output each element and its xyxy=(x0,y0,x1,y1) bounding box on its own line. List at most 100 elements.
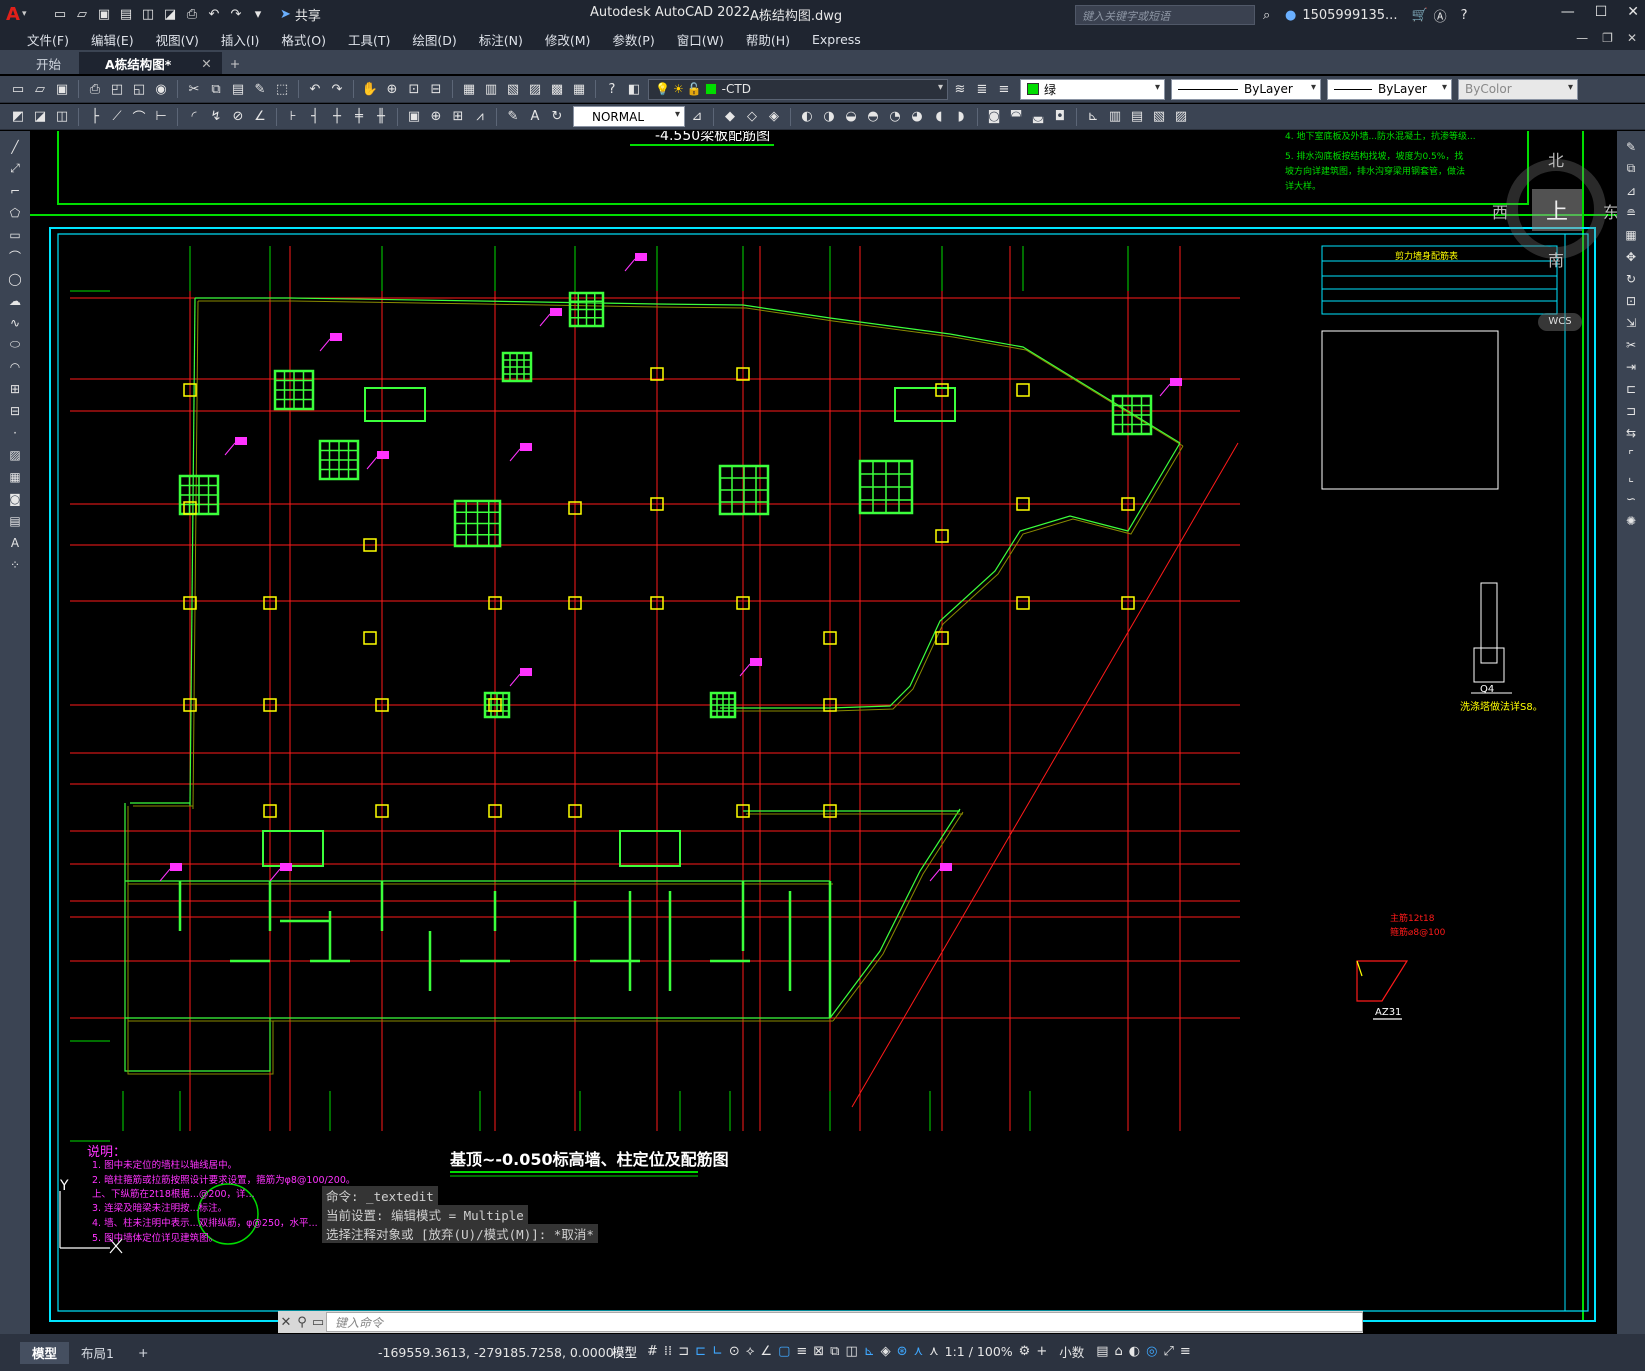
ortho-icon[interactable]: ∟ xyxy=(712,1344,723,1359)
dim-continue-icon[interactable]: ┼ xyxy=(327,107,347,127)
menu-file[interactable]: 文件(F) xyxy=(16,30,80,49)
sheet-set-icon[interactable]: ▨ xyxy=(525,79,545,99)
plot-icon[interactable]: ⎙ xyxy=(85,79,105,99)
move-icon[interactable]: ✥ xyxy=(1620,247,1642,266)
polar-icon[interactable]: ⊙ xyxy=(729,1344,740,1359)
ellipse-arc-icon[interactable]: ◠ xyxy=(4,357,26,376)
menu-edit[interactable]: 编辑(E) xyxy=(80,30,145,49)
help-icon[interactable]: ? xyxy=(602,79,622,99)
stretch-icon[interactable]: ⇲ xyxy=(1620,313,1642,332)
copy-icon[interactable]: ⧉ xyxy=(206,79,226,99)
new-tab-button[interactable]: + xyxy=(221,52,249,74)
object-snap-tracking-icon[interactable]: ∠ xyxy=(760,1344,772,1359)
user-account[interactable]: ⌕ ● 1505999135... 🛒 Ⓐ ? xyxy=(1263,6,1468,25)
dim-style-icon[interactable]: ⊿ xyxy=(687,107,707,127)
materials-icon[interactable]: ◚ xyxy=(1006,107,1026,127)
zoom-realtime-icon[interactable]: ⊕ xyxy=(382,79,402,99)
dim-arc-icon[interactable]: ⌒ xyxy=(129,107,149,127)
menu-express[interactable]: Express xyxy=(801,32,872,47)
menu-modify[interactable]: 修改(M) xyxy=(534,30,602,49)
autocad-logo-icon[interactable]: A ▾ xyxy=(6,3,32,25)
doc-restore-icon[interactable]: ❐ xyxy=(1602,31,1613,45)
dim-baseline-icon[interactable]: ┤ xyxy=(305,107,325,127)
compass-east[interactable]: 东 xyxy=(1603,199,1617,223)
help-icon[interactable]: ? xyxy=(1461,8,1468,23)
cart-icon[interactable]: 🛒 xyxy=(1411,8,1427,23)
revision-cloud-icon[interactable]: ☁ xyxy=(4,291,26,310)
menu-dimension[interactable]: 标注(N) xyxy=(468,30,534,49)
new-icon[interactable]: ▭ xyxy=(8,79,28,99)
copy-object-icon[interactable]: ⧉ xyxy=(1620,159,1642,178)
selection-cycling-icon[interactable]: ⧉ xyxy=(830,1344,839,1359)
block-editor-icon[interactable]: ⬚ xyxy=(272,79,292,99)
dim-jogged-icon[interactable]: ↯ xyxy=(206,107,226,127)
gradient-icon[interactable]: ▦ xyxy=(4,467,26,486)
trim-icon[interactable]: ✂ xyxy=(1620,335,1642,354)
chamfer-icon[interactable]: ⌜ xyxy=(1620,445,1642,464)
object-snap-icon[interactable]: ▢ xyxy=(778,1344,790,1359)
dynamic-ucs-icon[interactable]: ⊾ xyxy=(864,1344,875,1359)
circle-icon[interactable]: ◯ xyxy=(4,269,26,288)
tab-start[interactable]: 开始 xyxy=(10,52,80,74)
compass-west[interactable]: 西 xyxy=(1492,199,1508,223)
fillet-icon[interactable]: ⌞ xyxy=(1620,467,1642,486)
match-properties-icon[interactable]: ✎ xyxy=(250,79,270,99)
selection-filter-icon[interactable]: ◈ xyxy=(881,1344,891,1359)
solid-box-icon[interactable]: ◆ xyxy=(720,107,740,127)
view-iso-icon[interactable]: ▨ xyxy=(1171,107,1191,127)
menu-window[interactable]: 窗口(W) xyxy=(666,30,735,49)
search-input[interactable]: 键入关键字或短语 xyxy=(1075,5,1255,25)
isodraft-icon[interactable]: ⟡ xyxy=(746,1344,755,1359)
extend-icon[interactable]: ⇥ xyxy=(1620,357,1642,376)
tab-close-icon[interactable]: ✕ xyxy=(201,56,211,71)
plot-preview-icon[interactable]: ◰ xyxy=(107,79,127,99)
tolerance-icon[interactable]: ▣ xyxy=(404,107,424,127)
dim-angular-icon[interactable]: ∠ xyxy=(250,107,270,127)
open-icon[interactable]: ▱ xyxy=(30,79,50,99)
coordinate-readout[interactable]: -169559.3613, -279185.7258, 0.0000 xyxy=(378,1345,614,1360)
add-selected-icon[interactable]: ⁘ xyxy=(4,555,26,574)
dim-edit-icon[interactable]: ✎ xyxy=(503,107,523,127)
break-icon[interactable]: ⊐ xyxy=(1620,401,1642,420)
lock-ui-icon[interactable]: ⌂ xyxy=(1115,1344,1123,1359)
break-at-point-icon[interactable]: ⊏ xyxy=(1620,379,1642,398)
view-front-icon[interactable]: ▥ xyxy=(1105,107,1125,127)
view-top-icon[interactable]: ▤ xyxy=(1127,107,1147,127)
viewcube[interactable]: 上 北 南 西 东 WCS xyxy=(1492,151,1617,331)
offset-icon[interactable]: ≘ xyxy=(1620,203,1642,222)
undo-icon[interactable]: ↶ xyxy=(204,4,224,24)
revolve-icon[interactable]: ◔ xyxy=(885,107,905,127)
snap-icon[interactable]: ⁞⁞ xyxy=(664,1344,672,1359)
make-block-icon[interactable]: ⊟ xyxy=(4,401,26,420)
3d-print-icon[interactable]: ◉ xyxy=(151,79,171,99)
render-icon[interactable]: ◙ xyxy=(984,107,1004,127)
plotstyle-dropdown[interactable]: ByColor ▾ xyxy=(1458,78,1578,100)
open-web-icon[interactable]: ◫ xyxy=(138,4,158,24)
compass-south[interactable]: 南 xyxy=(1548,247,1564,271)
3d-osnap-icon[interactable]: ◫ xyxy=(845,1344,857,1359)
doc-close-icon[interactable]: ✕ xyxy=(1627,31,1637,45)
insert-block-icon[interactable]: ⊞ xyxy=(4,379,26,398)
spline-icon[interactable]: ∿ xyxy=(4,313,26,332)
mirror-icon[interactable]: ⊿ xyxy=(1620,181,1642,200)
layer-properties-icon[interactable]: ◧ xyxy=(624,79,644,99)
table-icon[interactable]: ▤ xyxy=(4,511,26,530)
sweep-icon[interactable]: ◕ xyxy=(907,107,927,127)
multiline-text-icon[interactable]: A xyxy=(4,533,26,552)
redo-icon[interactable]: ↷ xyxy=(327,79,347,99)
ucs-icon[interactable]: ⊾ xyxy=(1083,107,1103,127)
dim-ordinate-icon[interactable]: ⊢ xyxy=(151,107,171,127)
quick-dim-icon[interactable]: ⊦ xyxy=(283,107,303,127)
inspect-icon[interactable]: ⊞ xyxy=(448,107,468,127)
search-icon[interactable]: ⌕ xyxy=(1263,8,1270,23)
properties-icon[interactable]: ▦ xyxy=(459,79,479,99)
close-icon[interactable]: ✕ xyxy=(1627,4,1639,20)
minimize-icon[interactable]: — xyxy=(1561,4,1575,20)
viewcube-top-face[interactable]: 上 xyxy=(1532,189,1582,231)
join-icon[interactable]: ⇆ xyxy=(1620,423,1642,442)
command-input[interactable]: 键入命令 xyxy=(326,1312,1363,1332)
dim-text-edit-icon[interactable]: A xyxy=(525,107,545,127)
share-button[interactable]: ➤ 共享 xyxy=(280,5,321,24)
tab-model[interactable]: 模型 xyxy=(20,1341,70,1364)
save-icon[interactable]: ▣ xyxy=(52,79,72,99)
